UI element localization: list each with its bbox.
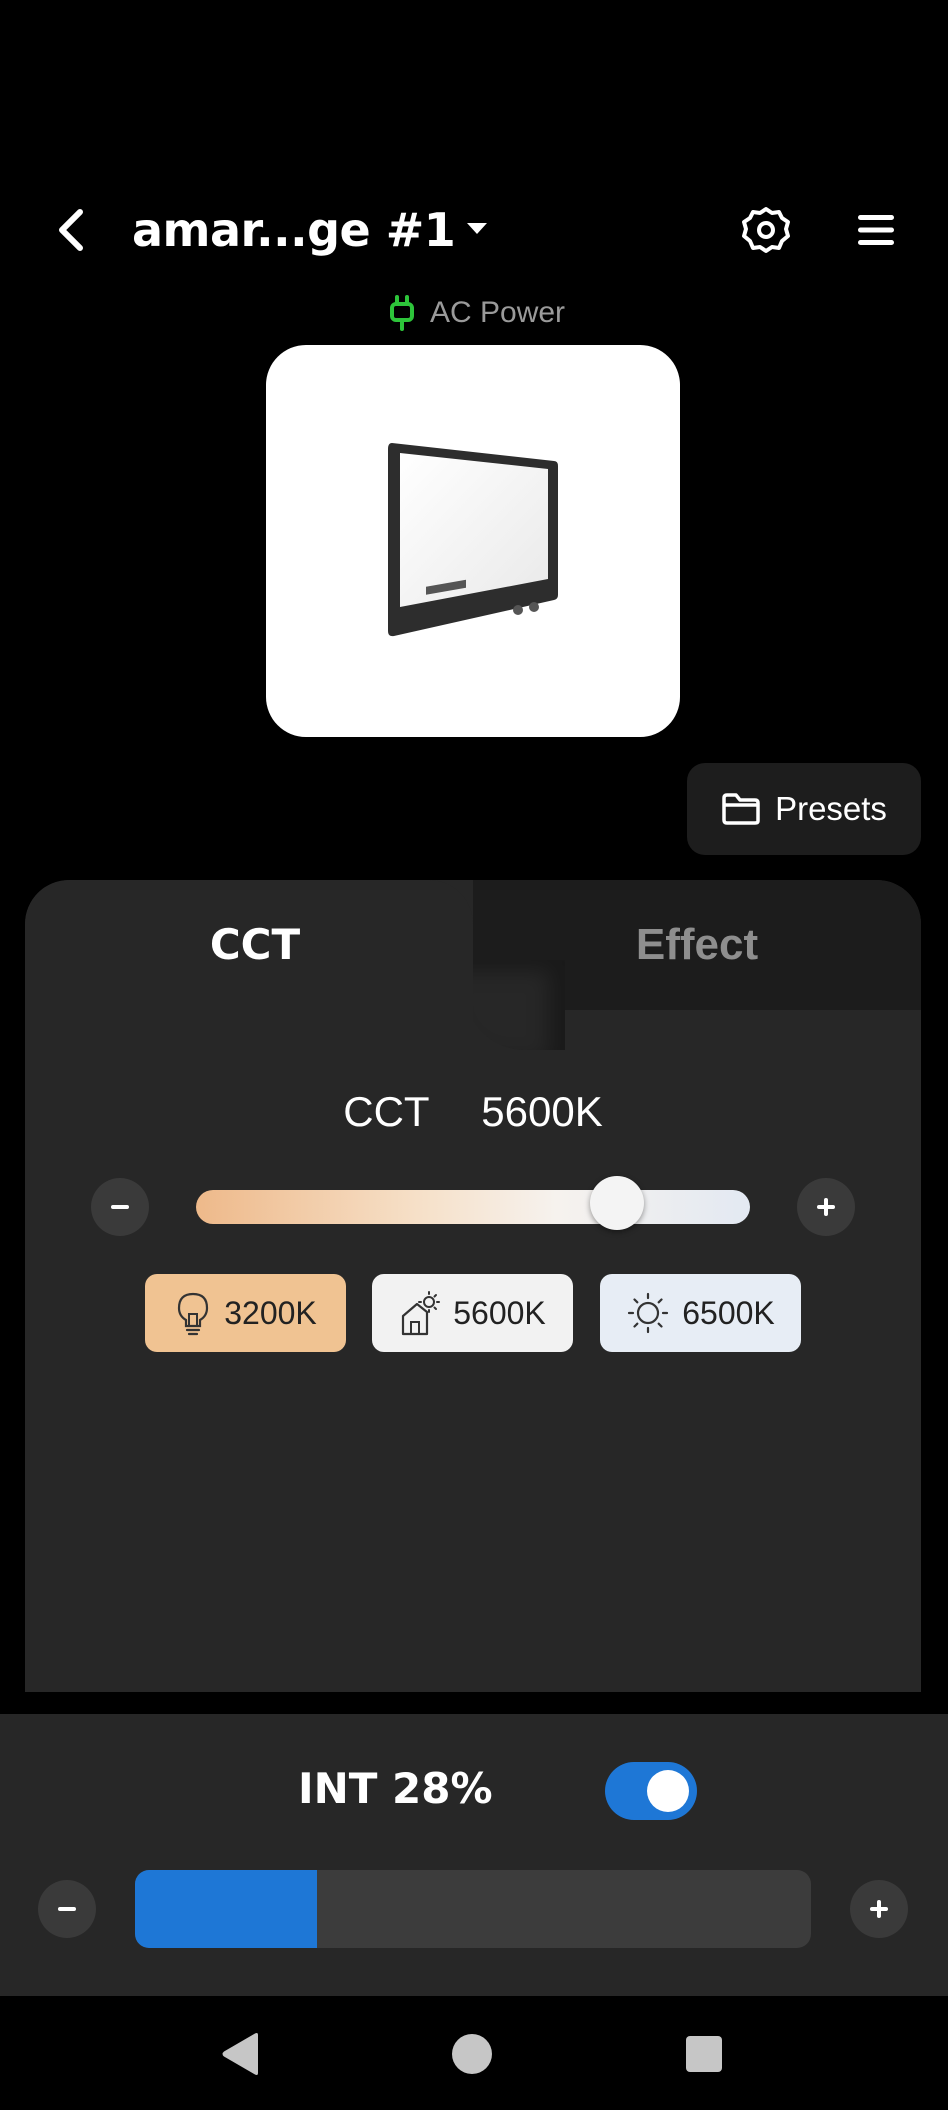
circle-home-icon [452, 2034, 492, 2074]
cct-value: 5600K [481, 1088, 603, 1135]
cct-preset-6500k[interactable]: 6500K [600, 1274, 801, 1352]
presets-label: Presets [775, 790, 887, 827]
hamburger-menu-icon [858, 215, 894, 245]
device-title[interactable]: amar...ge #1 [132, 198, 456, 262]
intensity-label: INT 28% [298, 1764, 493, 1813]
plus-icon [870, 1900, 888, 1918]
menu-button[interactable] [846, 200, 906, 260]
cct-slider-thumb[interactable] [590, 1176, 645, 1230]
cct-label: CCT [343, 1088, 430, 1135]
nav-back-button[interactable] [210, 2024, 270, 2084]
intensity-increase-button[interactable] [850, 1880, 908, 1938]
house-sun-icon [402, 1291, 441, 1336]
device-image-card [266, 345, 680, 737]
nav-recents-button[interactable] [674, 2024, 734, 2084]
plug-icon [390, 295, 414, 331]
sun-icon [628, 1292, 669, 1334]
gear-icon [742, 207, 790, 253]
minus-icon [111, 1205, 129, 1209]
minus-icon [58, 1907, 76, 1911]
intensity-slider-fill [135, 1870, 317, 1948]
cct-decrease-button[interactable] [91, 1178, 149, 1236]
cct-preset-5600k[interactable]: 5600K [372, 1274, 573, 1352]
caret-down-icon [467, 223, 487, 234]
cct-preset-5600k-label: 5600K [453, 1294, 546, 1331]
tab-curve-decoration [465, 960, 565, 1050]
power-toggle[interactable] [605, 1762, 697, 1820]
device-dropdown-button[interactable] [462, 213, 492, 243]
power-status: AC Power [388, 290, 565, 336]
cct-preset-3200k-label: 3200K [224, 1294, 317, 1331]
cct-slider-track[interactable] [196, 1190, 750, 1224]
cct-preset-6500k-label: 6500K [682, 1294, 775, 1331]
cct-preset-3200k[interactable]: 3200K [145, 1274, 346, 1352]
folder-icon [722, 793, 760, 825]
intensity-panel: INT 28% [0, 1714, 948, 1996]
system-nav-bar [0, 1996, 948, 2110]
power-status-label: AC Power [430, 296, 566, 329]
square-recents-icon [686, 2036, 722, 2072]
plus-icon [817, 1198, 835, 1216]
power-toggle-knob [647, 1770, 689, 1812]
presets-button[interactable]: Presets [687, 763, 921, 855]
tab-effect[interactable]: Effect [473, 920, 921, 970]
chevron-left-icon [59, 209, 83, 251]
settings-button[interactable] [736, 200, 796, 260]
bulb-icon [178, 1292, 209, 1336]
control-panel: CCT Effect CCT 5600K 3200K 5600K 6500K [25, 880, 921, 1692]
triangle-back-icon [222, 2033, 258, 2075]
cct-readout: CCT 5600K [25, 1088, 921, 1136]
intensity-decrease-button[interactable] [38, 1880, 96, 1938]
intensity-slider[interactable] [135, 1870, 811, 1948]
nav-home-button[interactable] [442, 2024, 502, 2084]
cct-increase-button[interactable] [797, 1178, 855, 1236]
tab-cct[interactable]: CCT [25, 920, 485, 969]
back-button[interactable] [48, 200, 96, 260]
light-panel-image [388, 443, 558, 637]
